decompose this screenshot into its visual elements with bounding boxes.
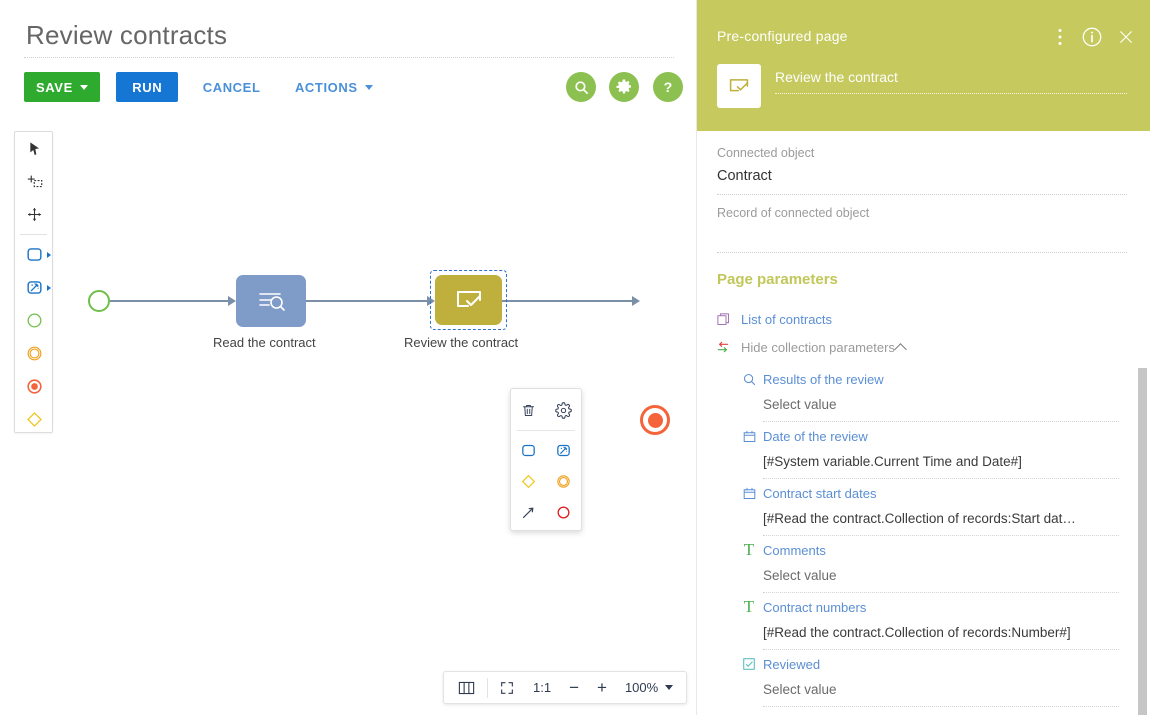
process-designer-screen: Review contracts SAVE RUN CANCEL ACTIONS… [0, 0, 1150, 715]
text-t-icon: T [743, 597, 755, 616]
param-divider [763, 478, 1119, 479]
panel-node-name[interactable]: Review the contract [775, 69, 1127, 94]
reviewed-label[interactable]: Reviewed [763, 657, 820, 672]
connector-arrow [632, 296, 640, 306]
page-parameters-section-title: Page parameters [717, 271, 838, 288]
actual-size-button[interactable]: 1:1 [524, 672, 560, 703]
add-intermediate-event[interactable] [546, 466, 581, 497]
calendar-icon [741, 428, 757, 444]
process-canvas[interactable]: Read the contract Review the contract [0, 120, 696, 660]
help-icon[interactable]: ? [652, 72, 683, 102]
connector-line [306, 300, 427, 302]
results-of-the-review-label[interactable]: Results of the review [763, 372, 884, 387]
add-gateway[interactable] [511, 466, 546, 497]
stacked-pages-icon [715, 311, 731, 327]
param-divider [763, 421, 1119, 422]
hide-collection-parameters-toggle[interactable]: Hide collection parameters [741, 340, 895, 355]
utility-icon-group: ? [566, 72, 692, 102]
zoom-toolbar-divider [487, 677, 488, 698]
calendar-icon [741, 485, 757, 501]
add-action[interactable] [546, 435, 581, 466]
panel-title: Pre-configured page [717, 28, 848, 44]
comments-value[interactable]: Select value [763, 568, 837, 583]
save-button-label: SAVE [36, 79, 73, 95]
zoom-level-label: 100% [624, 680, 659, 695]
zoom-level-select[interactable]: 100% [616, 672, 682, 703]
panel-scrollbar[interactable] [1138, 368, 1147, 715]
actions-button-label: ACTIONS [294, 79, 358, 95]
end-event-node[interactable] [640, 405, 670, 435]
info-circle-icon[interactable] [1081, 26, 1103, 48]
connector-arrow [228, 296, 236, 306]
vertical-dots-icon[interactable] [1049, 26, 1071, 48]
field-divider [717, 194, 1127, 195]
connector-line [502, 300, 632, 302]
chevron-down-icon [79, 84, 88, 90]
title-divider [24, 57, 674, 58]
lanes-icon[interactable] [448, 672, 485, 703]
context-menu-row [511, 435, 581, 466]
reviewed-value[interactable]: Select value [763, 682, 837, 697]
context-menu-row [511, 395, 581, 426]
main-toolbar: SAVE RUN CANCEL ACTIONS [24, 72, 383, 102]
contract-start-dates-value[interactable]: [#Read the contract.Collection of record… [763, 511, 1076, 526]
context-menu-row [511, 466, 581, 497]
cancel-button[interactable]: CANCEL [193, 72, 271, 102]
contract-numbers-value[interactable]: [#Read the contract.Collection of record… [763, 625, 1071, 640]
search-icon[interactable] [566, 72, 596, 102]
context-menu-divider [517, 430, 575, 431]
connected-object-label: Connected object [717, 146, 815, 160]
panel-node-icon [717, 64, 761, 108]
connector-line [110, 300, 228, 302]
review-contract-task-node[interactable] [435, 275, 502, 325]
param-divider [763, 706, 1119, 707]
gear-icon[interactable] [609, 72, 640, 102]
chevron-down-icon [665, 685, 674, 690]
run-button[interactable]: RUN [116, 72, 179, 102]
zoom-toolbar: 1:1 − + 100% [443, 671, 688, 704]
add-connector[interactable] [511, 497, 546, 528]
chevron-down-icon [364, 84, 373, 90]
date-of-the-review-value[interactable]: [#System variable.Current Time and Date#… [763, 454, 1022, 469]
connected-object-value[interactable]: Contract [717, 168, 772, 184]
zoom-in-button[interactable]: + [588, 672, 616, 703]
read-contract-task-node[interactable] [236, 275, 306, 327]
add-end-event[interactable] [546, 497, 581, 528]
start-event-node[interactable] [88, 290, 110, 312]
close-icon[interactable] [1115, 26, 1137, 48]
param-divider [763, 535, 1119, 536]
list-of-contracts-link[interactable]: List of contracts [741, 312, 832, 327]
lookup-magnifier-icon [741, 371, 757, 387]
zoom-out-button[interactable]: − [560, 672, 588, 703]
delete-element[interactable] [511, 395, 546, 426]
text-t-icon: T [743, 540, 755, 559]
review-contract-task-label: Review the contract [404, 335, 519, 350]
properties-panel: Pre-configured page Review the contract … [696, 0, 1150, 715]
read-contract-task-label: Read the contract [213, 335, 316, 350]
param-divider [763, 592, 1119, 593]
add-task[interactable] [511, 435, 546, 466]
contract-numbers-label[interactable]: Contract numbers [763, 600, 866, 615]
element-settings[interactable] [546, 395, 581, 426]
record-of-connected-object-label: Record of connected object [717, 206, 870, 220]
element-context-menu [510, 388, 582, 531]
save-button[interactable]: SAVE [24, 72, 100, 102]
results-of-the-review-value[interactable]: Select value [763, 397, 837, 412]
chevron-up-icon[interactable] [894, 343, 907, 356]
page-title: Review contracts [26, 20, 228, 50]
date-of-the-review-label[interactable]: Date of the review [763, 429, 868, 444]
actions-button[interactable]: ACTIONS [285, 72, 383, 102]
panel-header: Pre-configured page [697, 0, 1150, 131]
canvas-pane: Review contracts SAVE RUN CANCEL ACTIONS… [0, 0, 696, 715]
fit-to-screen-icon[interactable] [490, 672, 524, 703]
context-menu-row [511, 497, 581, 528]
param-divider [763, 649, 1119, 650]
checkbox-icon [741, 656, 757, 672]
comments-label[interactable]: Comments [763, 543, 826, 558]
end-event-dot [647, 412, 663, 428]
contract-start-dates-label[interactable]: Contract start dates [763, 486, 876, 501]
svg-text:?: ? [664, 80, 673, 96]
exchange-arrows-icon [715, 339, 731, 355]
field-divider [717, 252, 1127, 253]
